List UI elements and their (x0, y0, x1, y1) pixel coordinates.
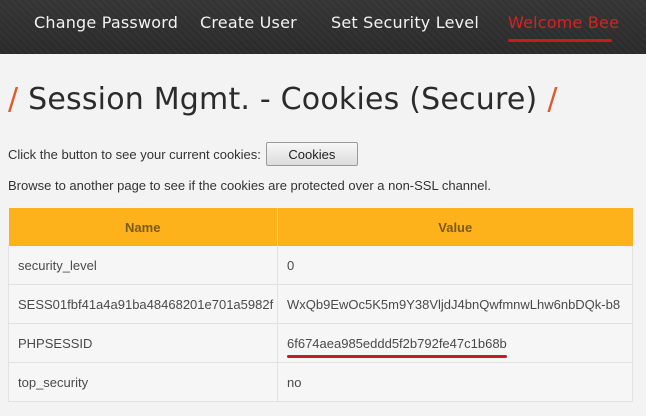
nav-welcome-user[interactable]: Welcome Bee (508, 13, 619, 32)
phpsessid-underline-annotation (287, 354, 507, 358)
cookie-name: security_level (8, 246, 278, 285)
nav-change-password[interactable]: Change Password (34, 13, 178, 32)
browse-note: Browse to another page to see if the coo… (8, 178, 491, 193)
table-header-row: Name Value (8, 208, 633, 246)
nav-create-user[interactable]: Create User (200, 13, 297, 32)
title-slash-left: / (8, 82, 19, 117)
page-title-text: Session Mgmt. - Cookies (Secure) (28, 82, 538, 117)
table-row: security_level 0 (8, 246, 633, 285)
table-row: PHPSESSID 6f674aea985eddd5f2b792fe47c1b6… (8, 323, 633, 363)
cookies-instruction-text: Click the button to see your current coo… (8, 146, 261, 162)
table-row: SESS01fbf41a4a91ba48468201e701a5982f WxQ… (8, 284, 633, 324)
cookie-name: SESS01fbf41a4a91ba48468201e701a5982f (8, 284, 278, 324)
cookie-name: top_security (8, 362, 278, 402)
column-header-name: Name (8, 208, 278, 246)
top-navigation: Change Password Create User Set Security… (0, 0, 646, 54)
nav-set-security-level[interactable]: Set Security Level (331, 13, 479, 32)
cookie-value: WxQb9EwOc5K5m9Y38VljdJ4bnQwfmnwLhw6nbDQk… (277, 284, 633, 324)
cookie-value: no (277, 362, 633, 402)
phpsessid-value-wrap: 6f674aea985eddd5f2b792fe47c1b68b (287, 335, 507, 358)
welcome-underline-annotation (508, 39, 612, 42)
table-row: top_security no (8, 362, 633, 402)
cookie-value: 6f674aea985eddd5f2b792fe47c1b68b (287, 335, 507, 351)
cookie-name: PHPSESSID (8, 323, 278, 363)
cookies-button[interactable]: Cookies (265, 142, 358, 166)
cookie-value: 0 (277, 246, 633, 285)
column-header-value: Value (277, 208, 633, 246)
cookies-instruction-row: Click the button to see your current coo… (8, 142, 358, 166)
title-slash-right: / (547, 82, 558, 117)
cookie-value-cell: 6f674aea985eddd5f2b792fe47c1b68b (277, 323, 633, 363)
cookies-table: Name Value security_level 0 SESS01fbf41a… (8, 208, 633, 402)
page-title: / Session Mgmt. - Cookies (Secure) / (8, 82, 558, 122)
